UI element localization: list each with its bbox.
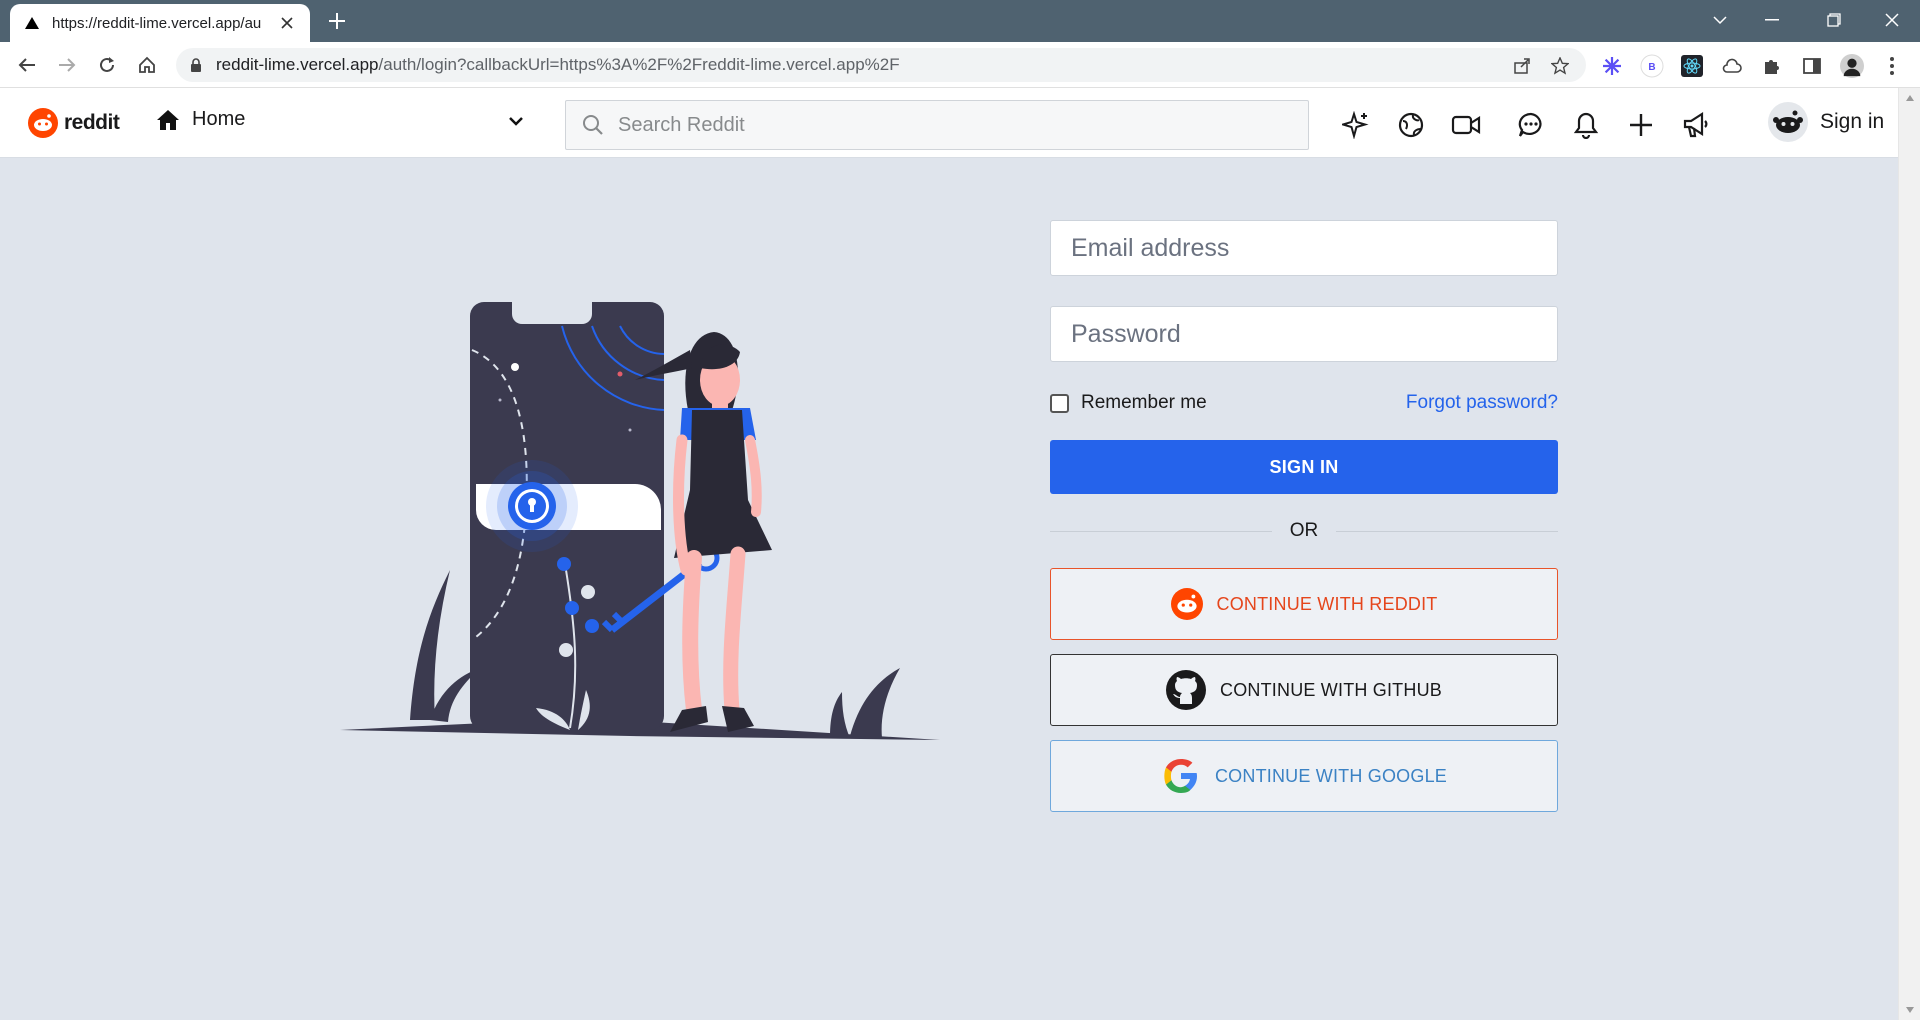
share-icon[interactable] <box>1510 54 1534 78</box>
google-button-label: CONTINUE WITH GOOGLE <box>1214 765 1447 786</box>
url-path: /auth/login?callbackUrl=https%3A%2F%2Fre… <box>378 55 900 74</box>
url-host: reddit-lime.vercel.app <box>216 55 379 74</box>
divider-line-right <box>1336 531 1558 532</box>
remember-me-checkbox[interactable] <box>1050 393 1069 413</box>
sign-in-label: Sign in <box>1820 110 1885 133</box>
profile-avatar-icon[interactable] <box>1840 54 1864 78</box>
close-tab-icon[interactable] <box>278 14 296 32</box>
vercel-favicon-icon <box>25 17 39 29</box>
video-icon[interactable] <box>1451 110 1481 140</box>
bookmark-star-icon[interactable] <box>1548 54 1572 78</box>
tab-search-icon[interactable] <box>1700 6 1740 34</box>
email-field[interactable] <box>1050 220 1558 276</box>
remember-me-label: Remember me <box>1081 392 1207 413</box>
forgot-password-link[interactable]: Forgot password? <box>1406 392 1558 414</box>
or-label: OR <box>1289 520 1319 541</box>
scroll-up-icon[interactable] <box>1905 94 1915 102</box>
continue-with-github-button[interactable]: CONTINUE WITH GITHUB <box>1050 654 1558 726</box>
browser-menu-icon[interactable] <box>1880 54 1904 78</box>
chat-icon[interactable] <box>1516 110 1546 140</box>
divider-line-left <box>1050 531 1272 532</box>
address-bar[interactable]: reddit-lime.vercel.app/auth/login?callba… <box>176 48 1586 82</box>
home-dropdown[interactable]: Home <box>156 108 245 131</box>
user-avatar-icon <box>1768 102 1808 142</box>
extension-snowflake-icon[interactable] <box>1600 54 1624 78</box>
minimize-icon[interactable] <box>1752 6 1792 34</box>
reddit-alien-icon <box>28 108 58 138</box>
or-divider: OR <box>1050 518 1558 544</box>
home-label: Home <box>192 108 246 130</box>
app-header: reddit Home Sign in <box>0 88 1898 158</box>
popular-sparkle-icon[interactable] <box>1341 110 1371 140</box>
react-devtools-icon[interactable] <box>1680 54 1704 78</box>
url-text: reddit-lime.vercel.app/auth/login?callba… <box>216 55 900 75</box>
svg-text:B: B <box>1648 62 1655 73</box>
browser-tab-strip: https://reddit-lime.vercel.app/au <box>0 0 1920 42</box>
continue-with-reddit-button[interactable]: CONTINUE WITH REDDIT <box>1050 568 1558 640</box>
lock-icon <box>191 58 201 72</box>
home-browser-icon[interactable] <box>134 52 160 78</box>
sign-in-submit-button[interactable]: SIGN IN <box>1050 440 1558 494</box>
google-icon <box>1164 759 1197 793</box>
back-icon[interactable] <box>14 52 40 78</box>
notifications-bell-icon[interactable] <box>1571 110 1601 140</box>
restore-icon[interactable] <box>1814 6 1854 34</box>
password-field[interactable] <box>1050 306 1558 362</box>
cloud-icon[interactable] <box>1720 54 1744 78</box>
home-icon <box>157 109 179 130</box>
search-icon <box>583 115 603 135</box>
login-form: Remember me Forgot password? SIGN IN OR … <box>1050 220 1558 812</box>
browser-toolbar: reddit-lime.vercel.app/auth/login?callba… <box>0 42 1920 88</box>
chevron-down-icon[interactable] <box>508 115 524 127</box>
extension-b-icon[interactable]: B <box>1640 54 1664 78</box>
side-panel-icon[interactable] <box>1800 54 1824 78</box>
reddit-button-label: CONTINUE WITH REDDIT <box>1216 593 1438 614</box>
reddit-icon <box>1170 588 1203 620</box>
forward-icon[interactable] <box>54 52 80 78</box>
search-input[interactable] <box>618 113 1218 137</box>
logo-text: reddit <box>64 111 120 134</box>
search-box <box>565 100 1309 150</box>
tab-title: https://reddit-lime.vercel.app/au <box>52 14 262 32</box>
sign-in-button[interactable]: Sign in <box>1768 102 1884 142</box>
login-illustration <box>340 302 940 740</box>
continue-with-google-button[interactable]: CONTINUE WITH GOOGLE <box>1050 740 1558 812</box>
github-button-label: CONTINUE WITH GITHUB <box>1220 679 1442 700</box>
advertise-megaphone-icon[interactable] <box>1681 110 1711 140</box>
github-icon <box>1166 670 1206 710</box>
browser-tab[interactable]: https://reddit-lime.vercel.app/au <box>10 4 310 42</box>
close-window-icon[interactable] <box>1872 6 1912 34</box>
extensions-puzzle-icon[interactable] <box>1760 54 1784 78</box>
create-post-plus-icon[interactable] <box>1626 110 1656 140</box>
page-scrollbar[interactable] <box>1898 88 1920 1020</box>
reddit-logo[interactable]: reddit <box>28 108 120 138</box>
new-tab-icon[interactable] <box>326 10 348 32</box>
remember-me[interactable]: Remember me <box>1050 392 1207 414</box>
scroll-down-icon[interactable] <box>1905 1006 1915 1014</box>
reload-icon[interactable] <box>94 52 120 78</box>
all-globe-icon[interactable] <box>1396 110 1426 140</box>
